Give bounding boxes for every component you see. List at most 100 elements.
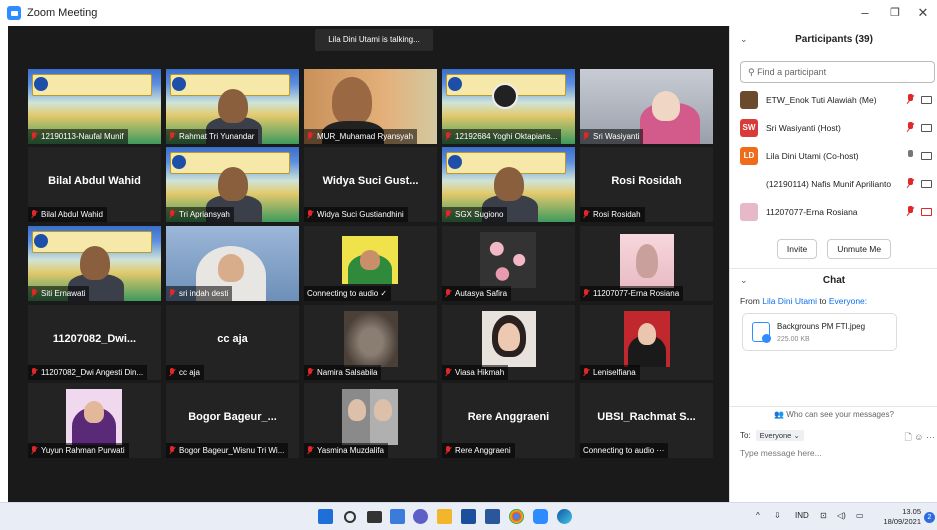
unmute-me-button[interactable]: Unmute Me <box>827 239 892 259</box>
notification-badge[interactable]: 2 <box>924 512 935 523</box>
tile-name-text: 11207077-Erna Rosiana <box>593 289 680 298</box>
video-tile[interactable]: Tri Apriansyah <box>166 147 299 222</box>
video-tile[interactable]: Connecting to audio ✓ <box>304 226 437 301</box>
video-tile[interactable]: Sri Wasiyanti <box>580 69 713 144</box>
video-tile[interactable]: SGX Sugiono <box>442 147 575 222</box>
recipient-select[interactable]: Everyone ⌄ <box>755 430 804 441</box>
side-panel: ⌄ Participants (39) ⚲ Find a participant… <box>729 26 937 502</box>
participant-row[interactable]: SW Sri Wasiyanti (Host) <box>730 114 937 142</box>
tile-name-text: SGX Sugiono <box>455 210 504 219</box>
language-indicator[interactable]: IND <box>795 511 809 520</box>
file-explorer-icon[interactable] <box>437 509 452 524</box>
video-icon <box>921 96 932 104</box>
invite-button[interactable]: Invite <box>776 239 818 259</box>
video-tile[interactable]: 12190113-Naufal Munif <box>28 69 161 144</box>
chat-message-input[interactable]: Type message here... <box>740 448 822 458</box>
video-icon <box>921 180 932 188</box>
video-tile[interactable]: Namira Salsabila <box>304 305 437 380</box>
video-tile[interactable]: 11207077-Erna Rosiana <box>580 226 713 301</box>
network-icon[interactable]: ⊡ <box>820 511 827 520</box>
tile-name-label: MUR_Muhamad Ryansyah <box>304 129 418 144</box>
video-tile[interactable]: 11207082_Dwi... 11207082_Dwi Angesti Din.… <box>28 305 161 380</box>
muted-mic-icon <box>169 289 175 298</box>
participant-status <box>906 150 932 161</box>
muted-mic-icon <box>583 368 589 377</box>
tile-name-label: Rosi Rosidah <box>580 207 645 222</box>
profile-figure <box>636 244 658 278</box>
video-tile[interactable]: Rere Anggraeni Rere Anggraeni <box>442 383 575 458</box>
maximize-button[interactable]: ❐ <box>880 3 910 23</box>
chat-file-attachment[interactable]: Backgrouns PM FTI.jpeg 225.00 KB <box>742 313 897 351</box>
tile-name-label: sri indah desti <box>166 286 233 301</box>
tile-name-label: 12190113-Naufal Munif <box>28 129 128 144</box>
muted-mic-icon <box>31 132 37 141</box>
tile-name-label: Sri Wasiyanti <box>580 129 644 144</box>
profile-face <box>84 401 104 423</box>
widgets-icon[interactable] <box>390 509 405 524</box>
video-tile[interactable]: cc aja cc aja <box>166 305 299 380</box>
muted-mic-icon <box>31 289 37 298</box>
video-tile[interactable]: Siti Ernawati <box>28 226 161 301</box>
word-icon[interactable] <box>485 509 500 524</box>
tile-name-text: Widya Suci Gustiandhini <box>317 210 404 219</box>
file-name: Backgrouns PM FTI.jpeg <box>777 322 866 331</box>
video-tile[interactable]: Leniselfiana <box>580 305 713 380</box>
file-icon[interactable]: 🗋 <box>905 432 912 442</box>
muted-mic-icon <box>906 122 915 133</box>
muted-mic-icon <box>31 446 37 455</box>
muted-mic-icon <box>307 210 313 219</box>
video-tile[interactable]: Yuyun Rahman Purwati <box>28 383 161 458</box>
video-tile[interactable]: Yasmina Muzdalifa <box>304 383 437 458</box>
video-tile[interactable]: 12192684 Yoghi Oktapians... <box>442 69 575 144</box>
tray-chevron-icon[interactable]: ^ <box>756 511 760 520</box>
chrome-icon[interactable] <box>509 509 524 524</box>
participant-row[interactable]: 11207077-Erna Rosiana <box>730 198 937 226</box>
participant-search-input[interactable]: ⚲ Find a participant <box>740 61 935 83</box>
participant-name: 11207077-Erna Rosiana <box>766 207 858 217</box>
search-icon[interactable] <box>344 511 356 523</box>
muted-mic-icon <box>307 368 313 377</box>
chat-collapse-chevron-icon[interactable]: ⌄ <box>740 275 748 286</box>
video-tile[interactable]: UBSI_Rachmat S... Connecting to audio ··· <box>580 383 713 458</box>
video-tile[interactable]: Autasya Safira <box>442 226 575 301</box>
system-clock[interactable]: 13.05 18/09/2021 <box>883 507 921 527</box>
participant-row[interactable]: ETW_Enok Tuti Alawiah (Me) <box>730 86 937 114</box>
image-file-icon <box>752 322 771 343</box>
video-tile[interactable]: Rahmat Tri Yunandar <box>166 69 299 144</box>
muted-mic-icon <box>445 132 451 141</box>
participant-face <box>218 89 248 123</box>
more-icon[interactable]: ··· <box>926 432 935 442</box>
chat-app-icon[interactable] <box>413 509 428 524</box>
video-tile[interactable]: Bogor Bageur_... Bogor Bageur_Wisnu Tri W… <box>166 383 299 458</box>
store-icon[interactable] <box>461 509 476 524</box>
tile-name-text: cc aja <box>179 368 200 377</box>
participant-status <box>906 122 932 133</box>
video-tile[interactable]: Rosi Rosidah Rosi Rosidah <box>580 147 713 222</box>
who-can-see-link[interactable]: 👥 Who can see your messages? <box>730 406 937 422</box>
task-view-icon[interactable] <box>367 511 382 523</box>
video-tile[interactable]: Viasa Hikmah <box>442 305 575 380</box>
collapse-chevron-icon[interactable]: ⌄ <box>740 34 748 45</box>
video-tile[interactable]: MUR_Muhamad Ryansyah <box>304 69 437 144</box>
emoji-icon[interactable]: ☺ <box>914 432 923 442</box>
participant-row[interactable]: LD Lila Dini Utami (Co-host) <box>730 142 937 170</box>
battery-icon[interactable]: ▭ <box>856 511 864 520</box>
minimize-button[interactable]: – <box>850 3 880 23</box>
tile-name-label: Leniselfiana <box>580 365 640 380</box>
video-tile[interactable]: Bilal Abdul Wahid Bilal Abdul Wahid <box>28 147 161 222</box>
participant-row[interactable]: (12190114) Nafis Munif Aprilianto <box>730 170 937 198</box>
volume-icon[interactable]: ◁) <box>837 511 846 520</box>
participant-face <box>494 167 524 201</box>
zoom-taskbar-icon[interactable] <box>533 509 548 524</box>
tile-name-text: Yasmina Muzdalifa <box>317 446 384 455</box>
window-title: Zoom Meeting <box>27 7 98 19</box>
windows-start-icon[interactable] <box>318 509 333 524</box>
close-button[interactable]: ✕ <box>908 3 937 23</box>
tile-name-label: Autasya Safira <box>442 286 512 301</box>
chat-sender[interactable]: Lila Dini Utami <box>762 296 817 306</box>
tray-app-icon[interactable]: ⇩ <box>774 511 781 520</box>
zoom-app-icon <box>7 6 21 20</box>
edge-icon[interactable] <box>557 509 572 524</box>
video-tile[interactable]: Widya Suci Gust... Widya Suci Gustiandhin… <box>304 147 437 222</box>
video-tile[interactable]: sri indah desti <box>166 226 299 301</box>
